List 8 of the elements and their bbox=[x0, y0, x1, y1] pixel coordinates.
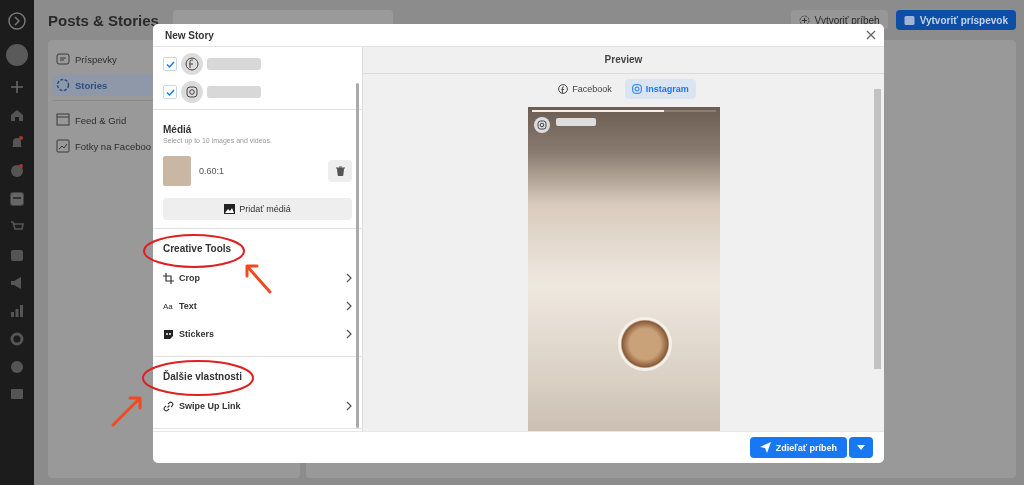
preview-title: Preview bbox=[363, 47, 884, 74]
aspect-ratio: 0.60:1 bbox=[199, 166, 226, 176]
section-title: Ďalšie vlastnosti bbox=[163, 371, 243, 382]
section-title: Creative Tools bbox=[163, 243, 233, 254]
section-title: Médiá bbox=[163, 124, 193, 135]
text-icon: Aa bbox=[163, 301, 179, 311]
page-title: Posts & Stories bbox=[48, 11, 159, 29]
dialog-title: New Story bbox=[165, 29, 214, 41]
